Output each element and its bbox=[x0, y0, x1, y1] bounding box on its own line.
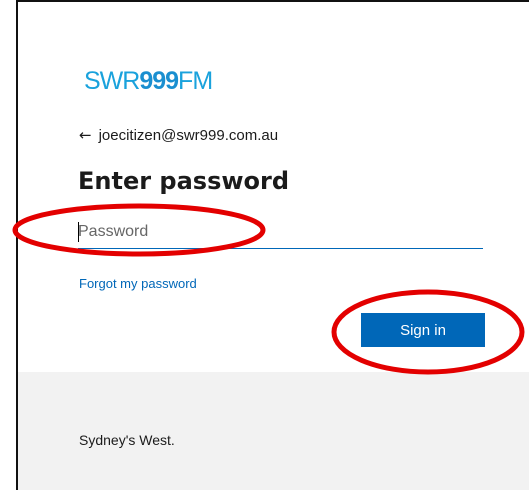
brand-logo: SWR999FM bbox=[84, 64, 213, 98]
text-caret bbox=[78, 222, 79, 242]
footer-bar: Sydney's West. bbox=[18, 372, 529, 490]
account-email: joecitizen@swr999.com.au bbox=[98, 127, 279, 144]
forgot-password-link[interactable]: Forgot my password bbox=[79, 276, 197, 291]
logo-text: SWR999FM bbox=[84, 66, 213, 95]
page-title: Enter password bbox=[78, 167, 290, 195]
left-margin bbox=[0, 0, 16, 490]
back-arrow-icon[interactable]: ← bbox=[79, 128, 92, 143]
sign-in-button[interactable]: Sign in bbox=[361, 313, 485, 347]
password-field-wrapper bbox=[78, 216, 483, 250]
password-input[interactable] bbox=[78, 216, 483, 249]
footer-text: Sydney's West. bbox=[79, 432, 175, 448]
account-back-row[interactable]: ← joecitizen@swr999.com.au bbox=[79, 127, 278, 144]
